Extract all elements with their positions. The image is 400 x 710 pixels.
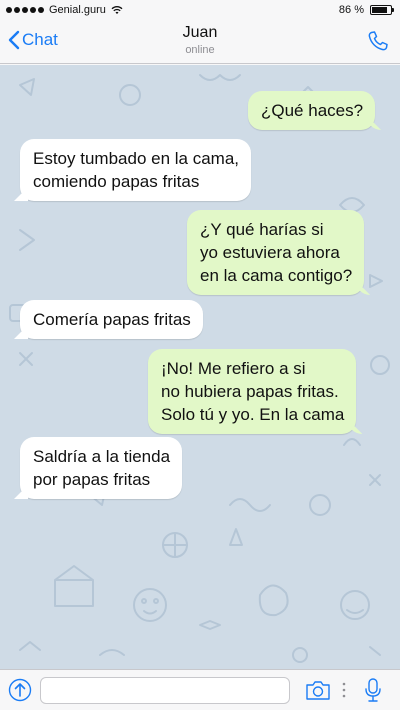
phone-icon[interactable] xyxy=(366,29,390,53)
status-bar: Genial.guru 86 % xyxy=(0,0,400,20)
battery-icon xyxy=(370,5,394,15)
chat-area[interactable]: ¿Qué haces? Estoy tumbado en la cama, co… xyxy=(0,65,400,669)
contact-name: Juan xyxy=(182,24,218,41)
camera-icon[interactable] xyxy=(305,679,331,701)
chat-header: Chat Juan online xyxy=(0,20,400,64)
message-bubble-incoming[interactable]: Estoy tumbado en la cama, comiendo papas… xyxy=(20,139,252,201)
message-bubble-outgoing[interactable]: ¿Qué haces? xyxy=(248,91,376,130)
message-input-bar xyxy=(0,669,400,710)
contact-status: online xyxy=(185,44,215,56)
carrier-name: Genial.guru xyxy=(49,4,106,16)
message-bubble-outgoing[interactable]: ¡No! Me refiero a si no hubiera papas fr… xyxy=(148,349,357,434)
message-input[interactable] xyxy=(40,677,290,704)
microphone-icon[interactable] xyxy=(364,677,382,703)
message-bubble-incoming[interactable]: Saldría a la tienda por papas fritas xyxy=(20,437,183,499)
message-bubble-incoming[interactable]: Comería papas fritas xyxy=(20,300,203,339)
message-bubble-outgoing[interactable]: ¿Y qué harías si yo estuviera ahora en l… xyxy=(187,210,365,295)
vertical-dots-icon[interactable] xyxy=(342,681,346,699)
wifi-icon xyxy=(111,6,123,14)
battery-percentage: 86 % xyxy=(338,4,364,16)
signal-strength-icon xyxy=(6,7,44,13)
upload-arrow-icon[interactable] xyxy=(8,678,32,702)
